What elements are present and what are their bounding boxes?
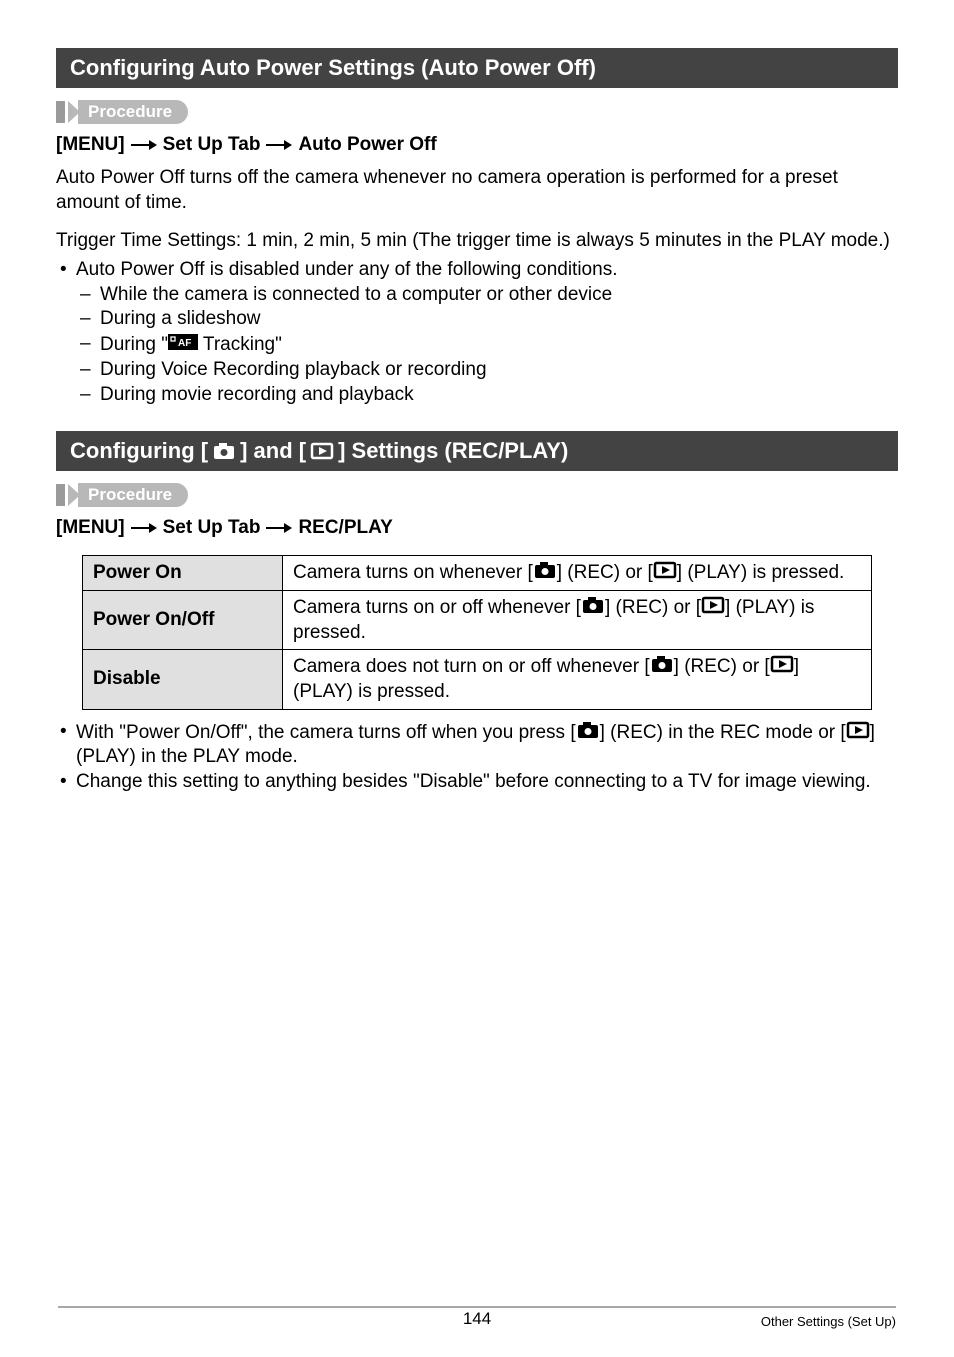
camera-icon	[533, 560, 557, 580]
list-item: During " Tracking"	[76, 332, 898, 358]
dash-list: While the camera is connected to a compu…	[76, 283, 898, 407]
menu-path: [MENU] Set Up Tab Auto Power Off	[56, 134, 898, 156]
text-fragment: Camera turns on or off whenever [	[293, 597, 581, 618]
menu-token: [MENU]	[56, 517, 125, 539]
menu-path-2: REC/PLAY	[298, 517, 392, 539]
option-desc: Camera turns on whenever [ ] (REC) or [ ] …	[283, 556, 872, 591]
play-icon	[653, 560, 677, 580]
text-fragment: ] (REC) or [	[674, 656, 770, 677]
footer-section-label: Other Settings (Set Up)	[761, 1314, 896, 1329]
list-item: Change this setting to anything besides …	[56, 770, 898, 795]
menu-path-2: Auto Power Off	[298, 134, 436, 156]
text-fragment: ] (REC) or [	[605, 597, 701, 618]
option-desc: Camera turns on or off whenever [ ] (REC)…	[283, 590, 872, 649]
text-fragment: Camera turns on whenever [	[293, 562, 533, 583]
options-table: Power On Camera turns on whenever [ ] (RE…	[82, 555, 872, 709]
tracking-icon	[168, 332, 198, 352]
list-item: Auto Power Off is disabled under any of …	[56, 258, 898, 407]
text-fragment: Camera does not turn on or off whenever …	[293, 656, 650, 677]
list-item: During Voice Recording playback or recor…	[76, 358, 898, 383]
list-item: During a slideshow	[76, 307, 898, 332]
list-item: While the camera is connected to a compu…	[76, 283, 898, 308]
camera-icon	[576, 720, 600, 740]
paragraph: Auto Power Off turns off the camera when…	[56, 166, 898, 215]
procedure-pill: Procedure	[78, 100, 188, 124]
play-icon	[701, 595, 725, 615]
text-fragment: ] (REC) or [	[557, 562, 653, 583]
text-fragment: ] (PLAY) is pressed.	[677, 562, 845, 583]
table-row: Power On Camera turns on whenever [ ] (RE…	[83, 556, 872, 591]
page-number: 144	[463, 1309, 491, 1329]
menu-path: [MENU] Set Up Tab REC/PLAY	[56, 517, 898, 539]
section-heading-auto-power: Configuring Auto Power Settings (Auto Po…	[56, 48, 898, 88]
camera-icon	[212, 441, 236, 461]
camera-icon	[650, 654, 674, 674]
play-icon	[770, 654, 794, 674]
procedure-label-row: Procedure	[56, 483, 898, 507]
option-label: Power On/Off	[83, 590, 283, 649]
procedure-marker	[56, 101, 65, 123]
play-icon	[846, 720, 870, 740]
procedure-marker	[56, 484, 65, 506]
heading-text-a: Configuring [	[70, 438, 208, 464]
bullet-list: Auto Power Off is disabled under any of …	[56, 258, 898, 407]
arrow-icon	[131, 521, 157, 535]
menu-token: [MENU]	[56, 134, 125, 156]
page-footer: 144 Other Settings (Set Up)	[0, 1306, 954, 1329]
text-fragment: ] (REC) in the REC mode or [	[600, 722, 846, 743]
section-heading-rec-play: Configuring [ ] and [ ] Settings (REC/PLAY…	[56, 431, 898, 471]
arrow-icon	[131, 138, 157, 152]
procedure-pill: Procedure	[78, 483, 188, 507]
table-row: Power On/Off Camera turns on or off when…	[83, 590, 872, 649]
heading-text: Configuring Auto Power Settings (Auto Po…	[70, 55, 596, 81]
arrow-icon	[266, 521, 292, 535]
text-fragment: Tracking"	[198, 334, 282, 355]
list-item: During movie recording and playback	[76, 383, 898, 408]
option-label: Disable	[83, 650, 283, 709]
option-desc: Camera does not turn on or off whenever …	[283, 650, 872, 709]
option-label: Power On	[83, 556, 283, 591]
heading-text-c: ] Settings (REC/PLAY)	[338, 438, 568, 464]
bullet-text: Auto Power Off is disabled under any of …	[76, 259, 617, 280]
table-row: Disable Camera does not turn on or off w…	[83, 650, 872, 709]
play-icon	[310, 441, 334, 461]
text-fragment: During "	[100, 334, 168, 355]
heading-text-b: ] and [	[240, 438, 306, 464]
arrow-icon	[266, 138, 292, 152]
notes-list: With "Power On/Off", the camera turns of…	[56, 720, 898, 795]
paragraph: Trigger Time Settings: 1 min, 2 min, 5 m…	[56, 229, 898, 254]
menu-path-1: Set Up Tab	[163, 517, 261, 539]
camera-icon	[581, 595, 605, 615]
list-item: With "Power On/Off", the camera turns of…	[56, 720, 898, 770]
text-fragment: With "Power On/Off", the camera turns of…	[76, 722, 576, 743]
menu-path-1: Set Up Tab	[163, 134, 261, 156]
procedure-label-row: Procedure	[56, 100, 898, 124]
